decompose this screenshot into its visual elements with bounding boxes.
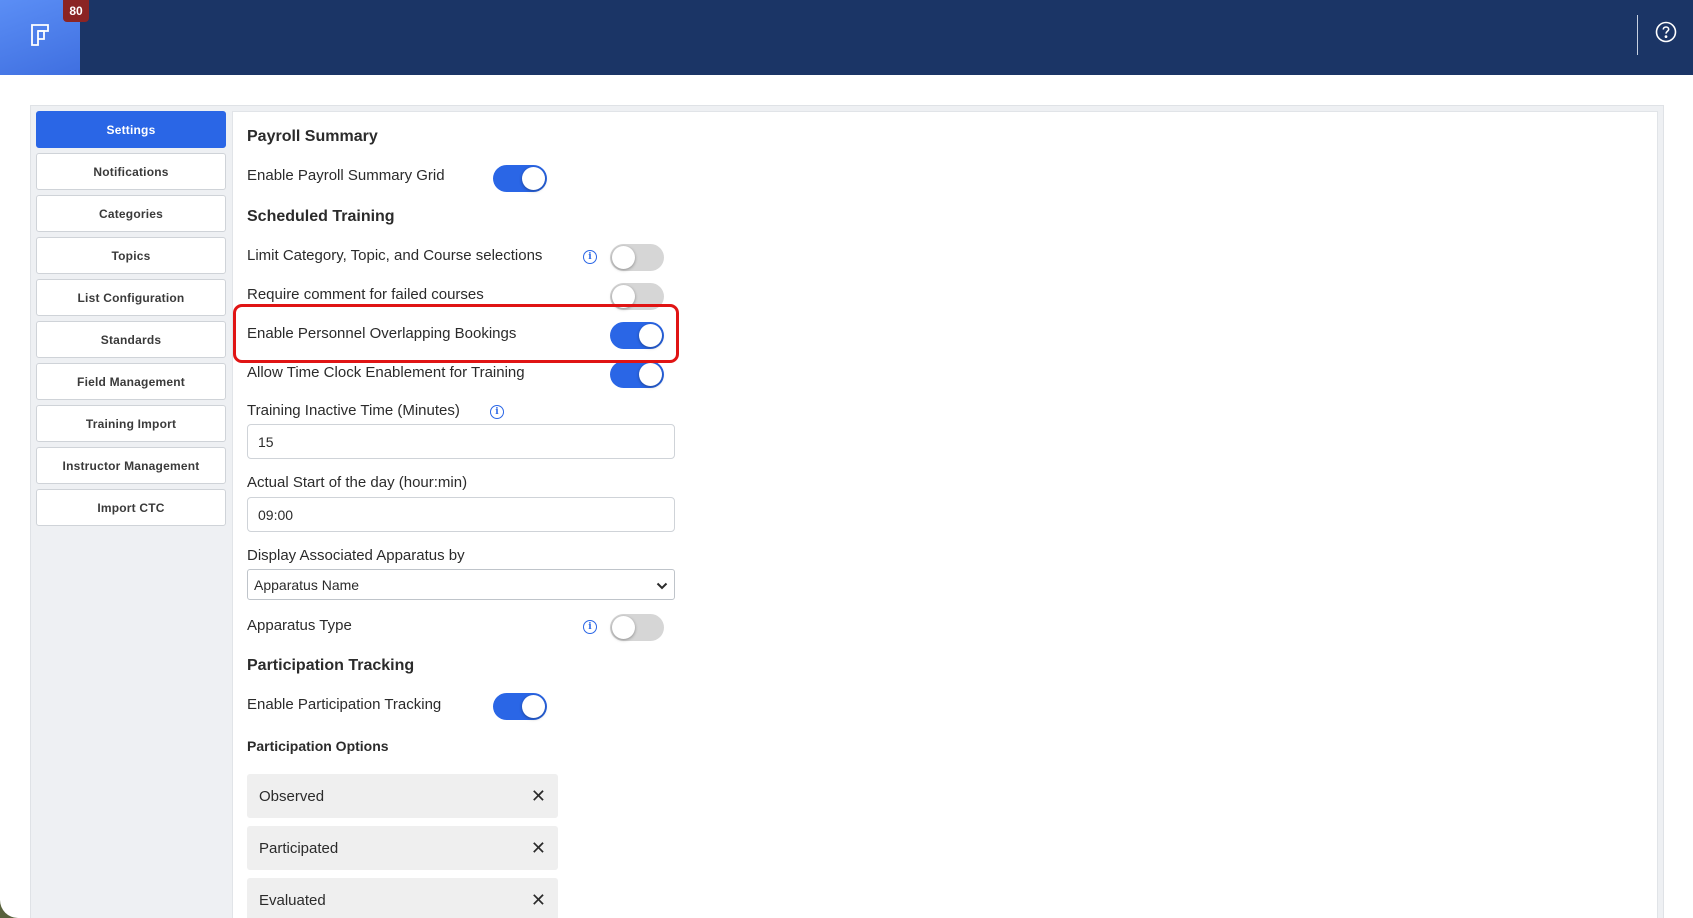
inactive-time-label: Training Inactive Time (Minutes) xyxy=(247,402,460,419)
sidebar-item-topics[interactable]: Topics xyxy=(36,237,226,274)
toggle-knob xyxy=(612,616,635,639)
notification-badge: 80 xyxy=(63,0,89,22)
apparatus-display-label: Display Associated Apparatus by xyxy=(247,547,465,564)
toggle-knob xyxy=(522,167,545,190)
remove-option-icon[interactable]: ✕ xyxy=(531,839,546,857)
participation-tracking-label: Enable Participation Tracking xyxy=(247,696,442,713)
top-bar: 80 xyxy=(0,0,1693,75)
limit-selections-label: Limit Category, Topic, and Course select… xyxy=(247,247,543,264)
sidebar-item-instructor-management[interactable]: Instructor Management xyxy=(36,447,226,484)
remove-option-icon[interactable]: ✕ xyxy=(531,891,546,909)
payroll-grid-label: Enable Payroll Summary Grid xyxy=(247,167,445,184)
topbar-divider xyxy=(1637,15,1638,55)
toggle-knob xyxy=(522,695,545,718)
help-button[interactable] xyxy=(1654,21,1678,48)
section-title-participation-tracking: Participation Tracking xyxy=(247,657,415,674)
participation-option-participated: Participated ✕ xyxy=(247,826,558,870)
sidebar-item-notifications[interactable]: Notifications xyxy=(36,153,226,190)
limit-selections-info-icon[interactable]: i xyxy=(583,250,597,264)
app-window: 80 Settings Notifications Categories Top… xyxy=(0,0,1693,918)
participation-option-observed: Observed ✕ xyxy=(247,774,558,818)
section-title-scheduled-training: Scheduled Training xyxy=(247,208,395,225)
toggle-knob xyxy=(639,363,662,386)
sidebar-item-standards[interactable]: Standards xyxy=(36,321,226,358)
sidebar-item-list-configuration[interactable]: List Configuration xyxy=(36,279,226,316)
apparatus-type-label: Apparatus Type xyxy=(247,617,352,634)
sidebar-item-training-import[interactable]: Training Import xyxy=(36,405,226,442)
app-logo-icon xyxy=(29,23,51,52)
start-of-day-input[interactable] xyxy=(247,497,675,532)
inactive-time-input[interactable] xyxy=(247,424,675,459)
payroll-grid-toggle[interactable] xyxy=(493,165,547,192)
require-comment-toggle[interactable] xyxy=(610,283,664,310)
participation-options-title: Participation Options xyxy=(247,738,389,754)
remove-option-icon[interactable]: ✕ xyxy=(531,787,546,805)
help-icon xyxy=(1655,21,1677,48)
participation-tracking-toggle[interactable] xyxy=(493,693,547,720)
overlapping-bookings-toggle[interactable] xyxy=(610,322,664,349)
section-title-payroll: Payroll Summary xyxy=(247,128,378,145)
participation-option-label: Observed xyxy=(259,787,325,805)
apparatus-display-select[interactable]: Apparatus Name xyxy=(247,569,675,600)
participation-option-label: Evaluated xyxy=(259,891,326,909)
chevron-down-icon xyxy=(656,577,668,593)
apparatus-type-info-icon[interactable]: i xyxy=(583,620,597,634)
sidebar-item-settings[interactable]: Settings xyxy=(36,111,226,148)
limit-selections-toggle[interactable] xyxy=(610,244,664,271)
start-of-day-label: Actual Start of the day (hour:min) xyxy=(247,474,468,491)
apparatus-type-toggle[interactable] xyxy=(610,614,664,641)
participation-option-evaluated: Evaluated ✕ xyxy=(247,878,558,918)
inactive-time-info-icon[interactable]: i xyxy=(490,405,504,419)
time-clock-label: Allow Time Clock Enablement for Training xyxy=(247,364,525,381)
toggle-knob xyxy=(612,285,635,308)
toggle-knob xyxy=(612,246,635,269)
sidebar-item-field-management[interactable]: Field Management xyxy=(36,363,226,400)
toggle-knob xyxy=(639,324,662,347)
time-clock-toggle[interactable] xyxy=(610,361,664,388)
apparatus-display-selected: Apparatus Name xyxy=(254,576,360,593)
sidebar-item-import-ctc[interactable]: Import CTC xyxy=(36,489,226,526)
participation-option-label: Participated xyxy=(259,839,339,857)
overlapping-bookings-label: Enable Personnel Overlapping Bookings xyxy=(247,325,517,342)
settings-sidebar: Settings Notifications Categories Topics… xyxy=(36,111,226,531)
require-comment-label: Require comment for failed courses xyxy=(247,286,484,303)
sidebar-item-categories[interactable]: Categories xyxy=(36,195,226,232)
